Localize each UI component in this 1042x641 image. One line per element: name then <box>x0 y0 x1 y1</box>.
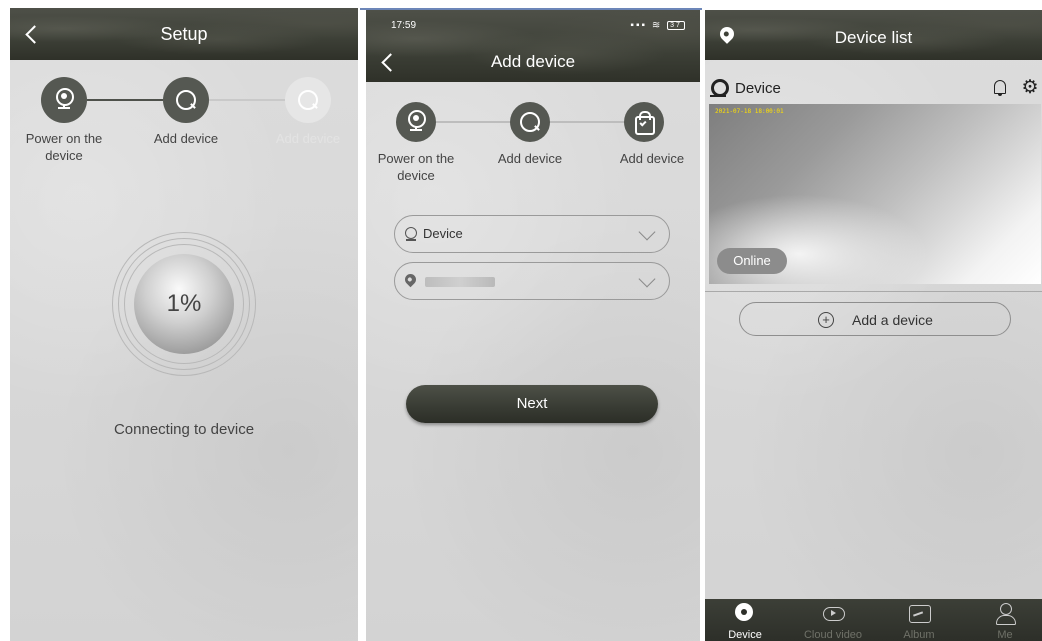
add-device-header: 17:59 ▪▪▪ ≋ 37 Add device <box>366 10 700 82</box>
add-device-label: Add a device <box>852 312 933 328</box>
location-select[interactable] <box>394 262 670 300</box>
camera-icon <box>735 603 755 623</box>
device-list-header: Device list <box>705 10 1042 60</box>
next-button[interactable]: Next <box>406 385 658 423</box>
tab-label: Album <box>903 629 935 641</box>
step-label-add: Add device <box>153 131 219 146</box>
step-bag-check-icon <box>624 102 664 142</box>
tab-label: Device <box>728 629 762 641</box>
status-icons: ▪▪▪ ≋ 37 <box>630 20 685 31</box>
step-search-icon <box>163 77 209 123</box>
setup-header: Setup <box>10 8 358 60</box>
add-device-screen: 17:59 ▪▪▪ ≋ 37 Add device Power on the d… <box>366 10 700 641</box>
step-connector <box>436 121 510 123</box>
battery-icon: 37 <box>667 20 685 30</box>
album-icon <box>909 603 931 623</box>
connection-status: Connecting to device <box>113 421 255 438</box>
plus-circle-icon: + <box>818 312 834 328</box>
device-list-screen: Device list Device ⚙ 2021-07-18 18:00:01… <box>705 10 1042 641</box>
gear-icon[interactable]: ⚙ <box>1020 78 1040 98</box>
progress-percent: 1% <box>166 290 202 317</box>
page-title: Setup <box>160 24 208 44</box>
status-bar: 17:59 ▪▪▪ ≋ 37 <box>391 20 685 34</box>
tab-me[interactable]: Me <box>971 599 1039 641</box>
chevron-down-icon <box>638 223 656 241</box>
cloud-video-icon <box>823 603 845 623</box>
status-time: 17:59 <box>391 20 417 31</box>
tab-label: Cloud video <box>803 629 863 641</box>
add-device-button[interactable]: + Add a device <box>739 302 1011 336</box>
person-icon <box>995 603 1016 625</box>
camera-icon <box>404 227 418 241</box>
step-label-confirm: Add device <box>619 151 685 166</box>
location-select-value-redacted <box>425 277 495 287</box>
divider <box>705 291 1042 292</box>
location-pin-icon <box>402 271 419 288</box>
step-connector <box>87 99 163 101</box>
bottom-tab-bar: Device Cloud video Album Me <box>705 599 1042 641</box>
device-name: Device <box>735 80 781 97</box>
step-connector-pending <box>209 99 285 101</box>
wifi-icon: ≋ <box>651 20 663 31</box>
tab-label: Me <box>997 629 1013 641</box>
setup-screen: Setup Power on the device Add device Add… <box>10 8 358 641</box>
preview-timestamp: 2021-07-18 18:00:01 <box>715 108 784 115</box>
step-power-icon <box>396 102 436 142</box>
device-select[interactable]: Device <box>394 215 670 253</box>
tab-album[interactable]: Album <box>885 599 953 641</box>
step-power-icon <box>41 77 87 123</box>
step-connector <box>550 121 624 123</box>
page-title: Device list <box>834 28 913 47</box>
step-label-power: Power on the device <box>25 131 103 163</box>
step-label-add: Add device <box>497 151 563 166</box>
device-select-value: Device <box>423 226 463 241</box>
step-label-power: Power on the device <box>377 151 455 183</box>
progress-indicator: 1% <box>134 254 234 354</box>
camera-preview[interactable]: 2021-07-18 18:00:01 Online <box>709 104 1041 284</box>
camera-icon <box>710 79 729 97</box>
tab-device[interactable]: Device <box>711 599 779 641</box>
signal-icon: ▪▪▪ <box>630 20 648 31</box>
step-search-icon <box>510 102 550 142</box>
step-label-pending: Add device <box>275 131 341 146</box>
step-pending-icon <box>285 77 331 123</box>
page-title: Add device <box>490 52 576 71</box>
device-row: Device ⚙ <box>705 78 1042 100</box>
tab-cloud-video[interactable]: Cloud video <box>799 599 867 641</box>
bell-icon[interactable] <box>992 78 1008 98</box>
status-badge: Online <box>717 248 787 274</box>
chevron-down-icon <box>638 270 656 288</box>
